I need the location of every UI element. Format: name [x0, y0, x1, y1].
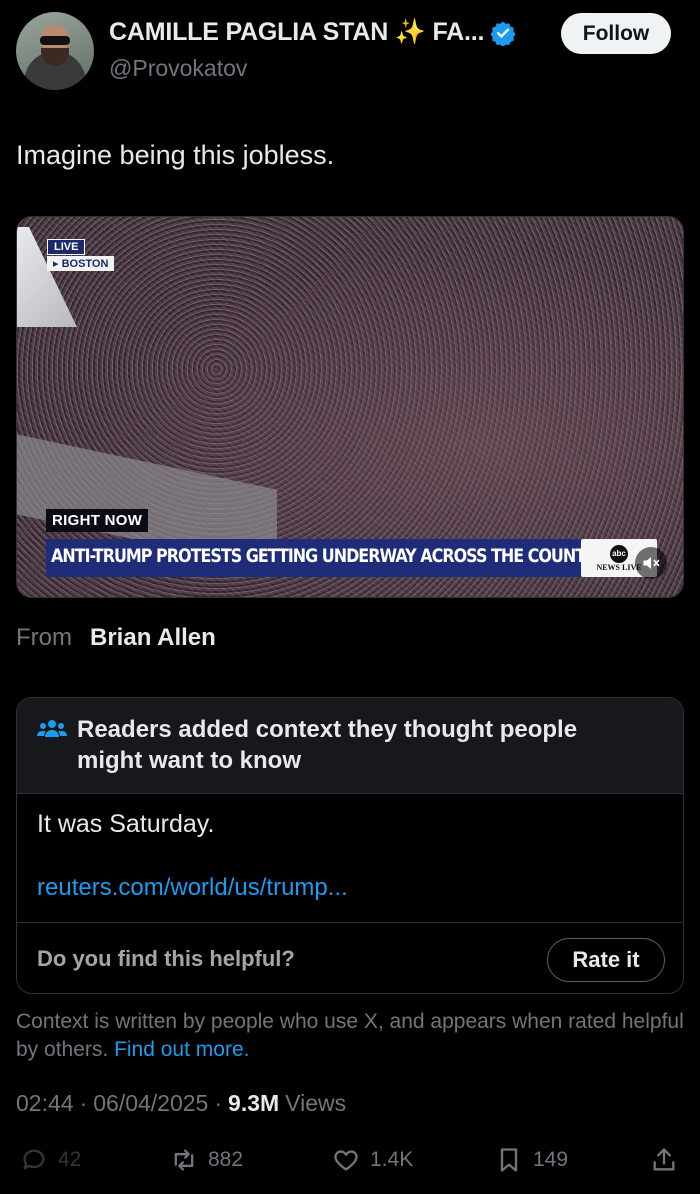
video-player[interactable]: LIVE ▸ BOSTON RIGHT NOW ANTI-TRUMP PROTE… [16, 216, 684, 598]
reply-count: 42 [58, 1148, 82, 1171]
avatar-beard [41, 48, 69, 66]
news-headline: ANTI-TRUMP PROTESTS GETTING UNDERWAY ACR… [46, 539, 612, 577]
avatar[interactable] [16, 12, 94, 90]
meta-separator: · [79, 1090, 88, 1116]
right-now-label: RIGHT NOW [46, 509, 149, 532]
from-label: From [16, 624, 72, 651]
live-tag: LIVE ▸ BOSTON [47, 237, 115, 271]
tweet-meta: 02:44 · 06/04/2025 · 9.3M Views [16, 1090, 346, 1117]
speaker-muted-icon [643, 557, 660, 569]
community-note-divider [17, 922, 683, 923]
bookmark-count: 149 [533, 1148, 569, 1171]
verified-badge-icon [490, 21, 516, 46]
from-name[interactable]: Brian Allen [90, 624, 216, 652]
find-out-more-link[interactable]: Find out more. [114, 1038, 249, 1061]
tweet-date[interactable]: 06/04/2025 [93, 1090, 208, 1117]
community-note-link[interactable]: reuters.com/world/us/trump... [37, 874, 348, 902]
reply-icon [23, 1149, 45, 1170]
tweet-text: Imagine being this jobless. [16, 140, 335, 170]
community-note-title: Readers added context they thought peopl… [77, 716, 578, 774]
helpful-prompt: Do you find this helpful? [37, 946, 295, 971]
follow-button[interactable]: Follow [561, 13, 671, 54]
bookmark-button[interactable]: 149 [495, 1146, 568, 1174]
views-count: 9.3M [228, 1090, 280, 1116]
avatar-glasses [40, 36, 70, 45]
repost-button[interactable]: 882 [170, 1146, 243, 1174]
author-handle[interactable]: @Provokatov [109, 55, 247, 82]
tweet-header: CAMILLE PAGLIA STAN ✨ FA... @Provokatov … [0, 0, 700, 100]
context-disclaimer: Context is written by people who use X, … [16, 1008, 684, 1064]
community-note-body: It was Saturday. [37, 810, 215, 838]
author-name[interactable]: CAMILLE PAGLIA STAN ✨ FA... [109, 18, 484, 47]
people-icon [37, 720, 67, 737]
repost-count: 882 [208, 1148, 244, 1171]
live-label: LIVE [47, 239, 86, 255]
author-name-row[interactable]: CAMILLE PAGLIA STAN ✨ FA... [109, 18, 516, 47]
rate-it-button[interactable]: Rate it [547, 938, 665, 982]
reply-button[interactable]: 42 [20, 1146, 81, 1174]
share-icon [653, 1148, 675, 1171]
like-count: 1.4K [370, 1148, 414, 1171]
heart-icon [334, 1150, 358, 1171]
tweet-time[interactable]: 02:44 [16, 1090, 74, 1117]
network-logo-mark: abc [610, 544, 628, 563]
meta-separator: · [214, 1090, 223, 1116]
community-note: Readers added context they thought peopl… [16, 697, 684, 994]
location-label: ▸ BOSTON [47, 256, 115, 271]
share-button[interactable] [650, 1146, 678, 1174]
bookmark-icon [500, 1148, 518, 1172]
tweet-actions: 42 882 1.4K 149 [0, 1146, 700, 1186]
mute-button[interactable] [635, 547, 667, 579]
community-note-header: Readers added context they thought peopl… [17, 698, 683, 794]
views-label: Views [285, 1090, 347, 1116]
like-button[interactable]: 1.4K [332, 1146, 413, 1174]
repost-icon [174, 1149, 194, 1171]
video-source: From Brian Allen [16, 624, 216, 652]
